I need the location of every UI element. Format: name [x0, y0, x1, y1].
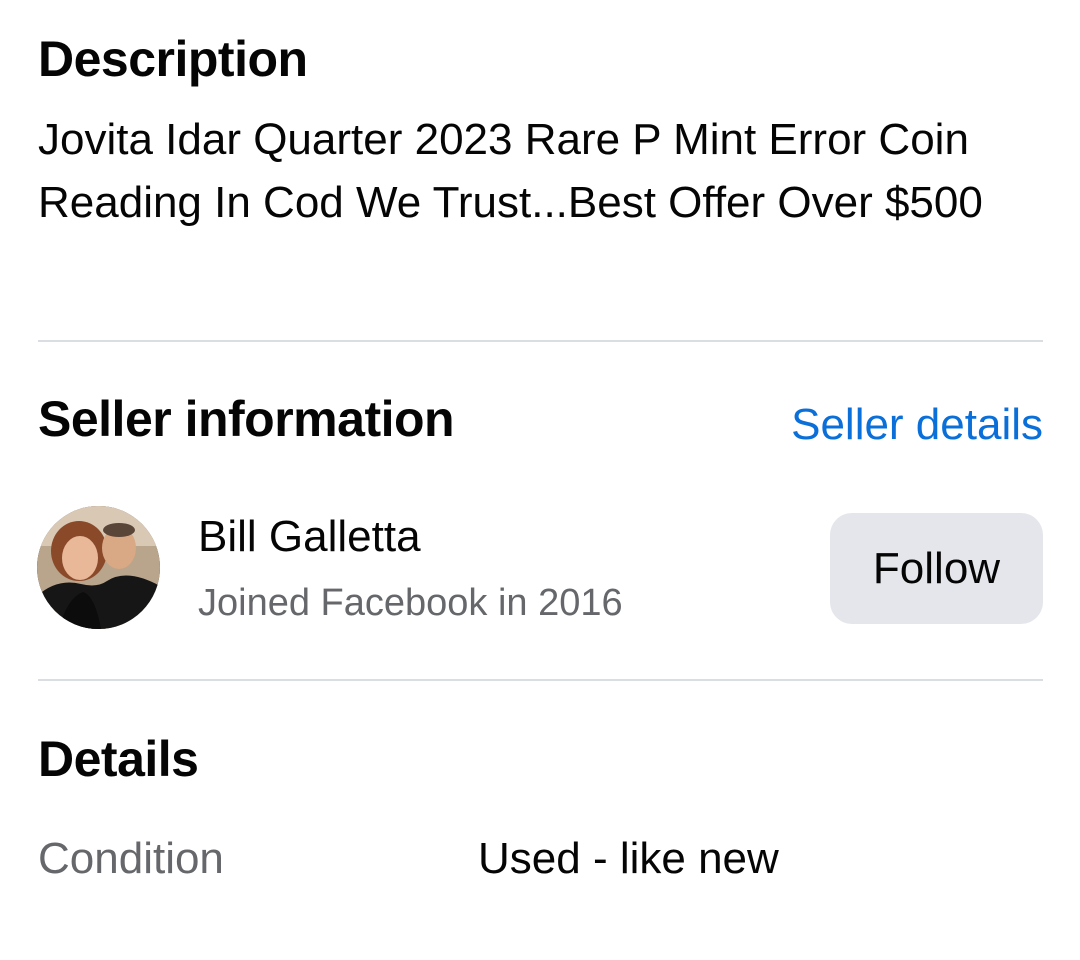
seller-information-heading: Seller information — [38, 391, 455, 447]
follow-button[interactable]: Follow — [830, 513, 1043, 624]
details-heading: Details — [38, 731, 199, 787]
seller-joined-date: Joined Facebook in 2016 — [198, 582, 623, 624]
seller-details-link[interactable]: Seller details — [791, 400, 1043, 450]
listing-description-text: Jovita Idar Quarter 2023 Rare P Mint Err… — [38, 115, 983, 227]
description-heading: Description — [38, 31, 308, 87]
section-divider — [38, 340, 1043, 342]
condition-label: Condition — [38, 834, 224, 883]
section-divider — [38, 679, 1043, 681]
condition-value: Used - like new — [478, 834, 779, 883]
seller-profile-photo — [37, 506, 160, 629]
seller-avatar[interactable] — [37, 506, 160, 629]
seller-name[interactable]: Bill Galletta — [198, 512, 421, 562]
